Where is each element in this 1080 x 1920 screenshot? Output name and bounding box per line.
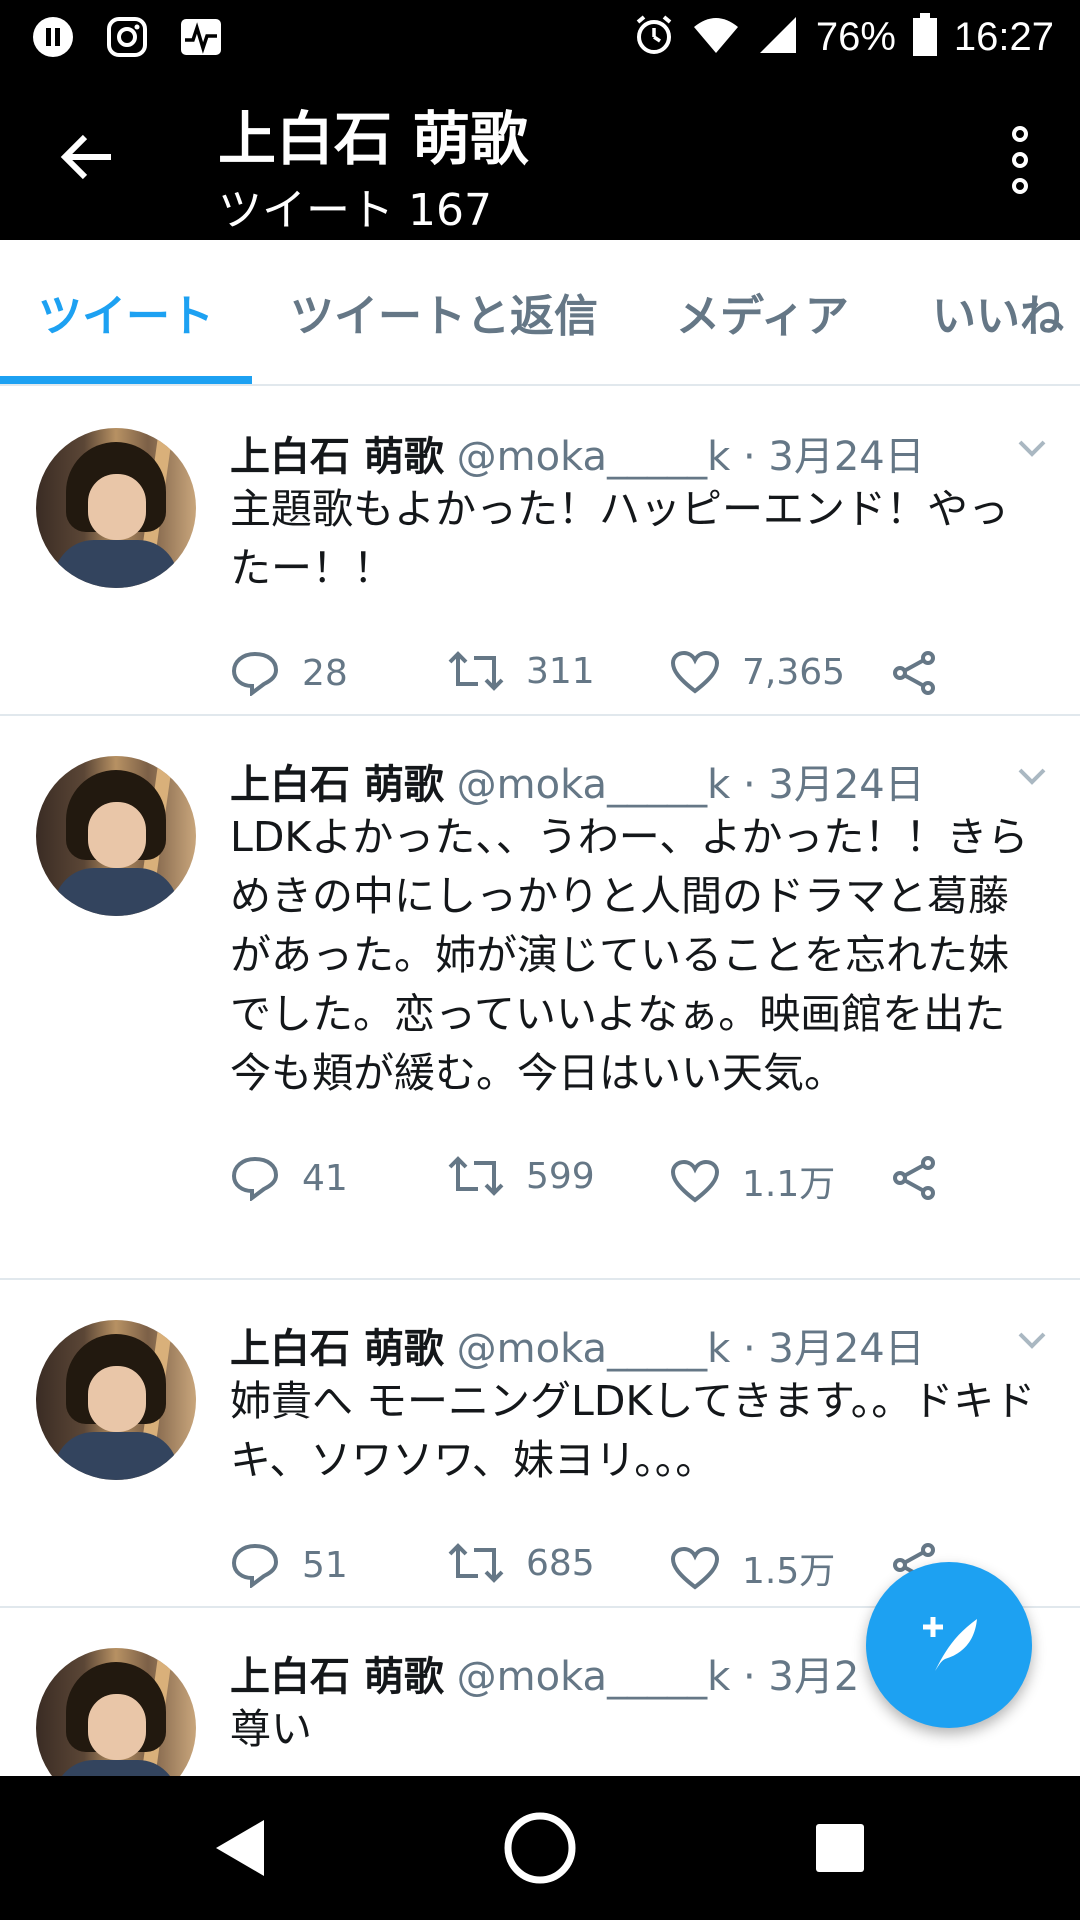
retweet-button[interactable]: 685 bbox=[448, 1542, 595, 1584]
handle: @moka_____k bbox=[456, 1326, 731, 1372]
reply-icon bbox=[230, 1542, 280, 1588]
heart-icon bbox=[670, 1159, 720, 1203]
system-nav-bar bbox=[0, 1776, 1080, 1920]
tab-tweets[interactable]: ツイート bbox=[38, 280, 214, 344]
share-button[interactable] bbox=[890, 650, 938, 696]
reply-icon bbox=[230, 650, 280, 696]
reply-icon bbox=[230, 1155, 280, 1201]
tweet-actions: 41 599 1.1万 bbox=[230, 1117, 1044, 1247]
retweet-button[interactable]: 311 bbox=[448, 650, 595, 692]
tweet-item[interactable]: 上白石 萌歌 @moka_____k · 3月24日 姉貴へ モーニングLDKし… bbox=[0, 1280, 1080, 1608]
retweet-count: 685 bbox=[526, 1542, 595, 1584]
like-count: 1.5万 bbox=[742, 1551, 836, 1592]
separator: · bbox=[742, 434, 756, 480]
handle: @moka_____k bbox=[456, 434, 731, 480]
avatar[interactable] bbox=[36, 428, 196, 588]
reply-button[interactable]: 41 bbox=[230, 1155, 348, 1201]
active-tab-indicator bbox=[0, 376, 252, 384]
battery-percent: 76% bbox=[815, 14, 896, 59]
tab-tweets-and-replies[interactable]: ツイートと返信 bbox=[290, 280, 598, 344]
separator: · bbox=[742, 762, 756, 808]
tweet-header: 上白石 萌歌 @moka_____k · 3月24日 bbox=[230, 752, 1046, 808]
tab-media[interactable]: メディア bbox=[676, 280, 849, 344]
retweet-count: 311 bbox=[526, 650, 595, 692]
separator: · bbox=[742, 1326, 756, 1372]
avatar[interactable] bbox=[36, 1648, 196, 1776]
separator: · bbox=[742, 1654, 756, 1700]
tweet-text: 主題歌もよかった！ハッピーエンド！やったー！！ bbox=[230, 485, 1009, 592]
more-options-icon[interactable] bbox=[990, 118, 1050, 202]
page-title: 上白石 萌歌 bbox=[218, 105, 529, 173]
chevron-down-icon[interactable] bbox=[1012, 428, 1052, 468]
avatar[interactable] bbox=[36, 1320, 196, 1480]
signal-icon bbox=[756, 15, 800, 59]
like-count: 1.1万 bbox=[742, 1164, 836, 1205]
retweet-icon bbox=[448, 650, 504, 692]
chevron-down-icon[interactable] bbox=[1012, 756, 1052, 796]
wifi-icon bbox=[692, 15, 740, 59]
reply-count: 51 bbox=[302, 1544, 348, 1586]
reply-count: 41 bbox=[302, 1157, 348, 1199]
tweet-date: 3月24日 bbox=[768, 1326, 925, 1372]
tweet-text: 姉貴へ モーニングLDKしてきます。。ドキドキ、ソワソワ、妹ヨリ。。。 bbox=[230, 1377, 1036, 1484]
display-name: 上白石 萌歌 bbox=[230, 1654, 444, 1700]
tweet-date: 3月2 bbox=[768, 1654, 860, 1700]
heart-icon bbox=[670, 650, 720, 694]
handle: @moka_____k bbox=[456, 1654, 731, 1700]
tweet-item[interactable]: 上白石 萌歌 @moka_____k · 3月24日 LDKよかった、、うわー、… bbox=[0, 716, 1080, 1280]
like-button[interactable]: 7,365 bbox=[670, 650, 845, 694]
instagram-icon bbox=[104, 14, 150, 60]
tweet-item[interactable]: 上白石 萌歌 @moka_____k · 3月24日 主題歌もよかった！ハッピー… bbox=[0, 388, 1080, 716]
retweet-count: 599 bbox=[526, 1155, 595, 1197]
clock: 16:27 bbox=[953, 14, 1054, 59]
nav-home-icon[interactable] bbox=[500, 1808, 580, 1888]
display-name: 上白石 萌歌 bbox=[230, 762, 444, 808]
like-count: 7,365 bbox=[742, 651, 846, 693]
chevron-down-icon[interactable] bbox=[1012, 1320, 1052, 1360]
status-bar: 76% 16:27 bbox=[0, 0, 1080, 74]
retweet-icon bbox=[448, 1155, 504, 1197]
reply-button[interactable]: 28 bbox=[230, 650, 348, 696]
alarm-icon bbox=[632, 13, 676, 61]
handle: @moka_____k bbox=[456, 762, 731, 808]
back-arrow-icon[interactable] bbox=[52, 122, 122, 192]
tweet-count: ツイート 167 bbox=[218, 185, 492, 236]
tweet-header: 上白石 萌歌 @moka_____k · 3月24日 bbox=[230, 424, 1046, 480]
avatar[interactable] bbox=[36, 756, 196, 916]
reply-count: 28 bbox=[302, 652, 348, 694]
pause-icon bbox=[30, 14, 76, 60]
reply-button[interactable]: 51 bbox=[230, 1542, 348, 1588]
tweet-date: 3月24日 bbox=[768, 434, 925, 480]
profile-tabs: ツイート ツイートと返信 メディア いいね bbox=[0, 240, 1080, 386]
display-name: 上白石 萌歌 bbox=[230, 1326, 444, 1372]
nav-recents-icon[interactable] bbox=[800, 1808, 880, 1888]
tweet-header: 上白石 萌歌 @moka_____k · 3月24日 bbox=[230, 1316, 1046, 1372]
share-icon bbox=[890, 650, 938, 696]
tweet-date: 3月24日 bbox=[768, 762, 925, 808]
like-button[interactable]: 1.5万 bbox=[670, 1542, 835, 1594]
display-name: 上白石 萌歌 bbox=[230, 434, 444, 480]
battery-icon bbox=[912, 13, 938, 61]
tab-likes[interactable]: いいね bbox=[932, 280, 1064, 344]
retweet-button[interactable]: 599 bbox=[448, 1155, 595, 1197]
share-button[interactable] bbox=[890, 1155, 938, 1201]
retweet-icon bbox=[448, 1542, 504, 1584]
heart-icon bbox=[670, 1546, 720, 1590]
nav-back-icon[interactable] bbox=[200, 1808, 280, 1888]
compose-feather-icon bbox=[911, 1605, 987, 1685]
app-bar: 上白石 萌歌 ツイート 167 bbox=[0, 74, 1080, 240]
share-icon bbox=[890, 1155, 938, 1201]
compose-tweet-button[interactable] bbox=[866, 1562, 1032, 1728]
pulse-icon bbox=[178, 14, 224, 60]
like-button[interactable]: 1.1万 bbox=[670, 1155, 835, 1207]
tweet-text: LDKよかった、、うわー、よかった！！きらめきの中にしっかりと人間のドラマと葛藤… bbox=[230, 813, 1029, 1097]
